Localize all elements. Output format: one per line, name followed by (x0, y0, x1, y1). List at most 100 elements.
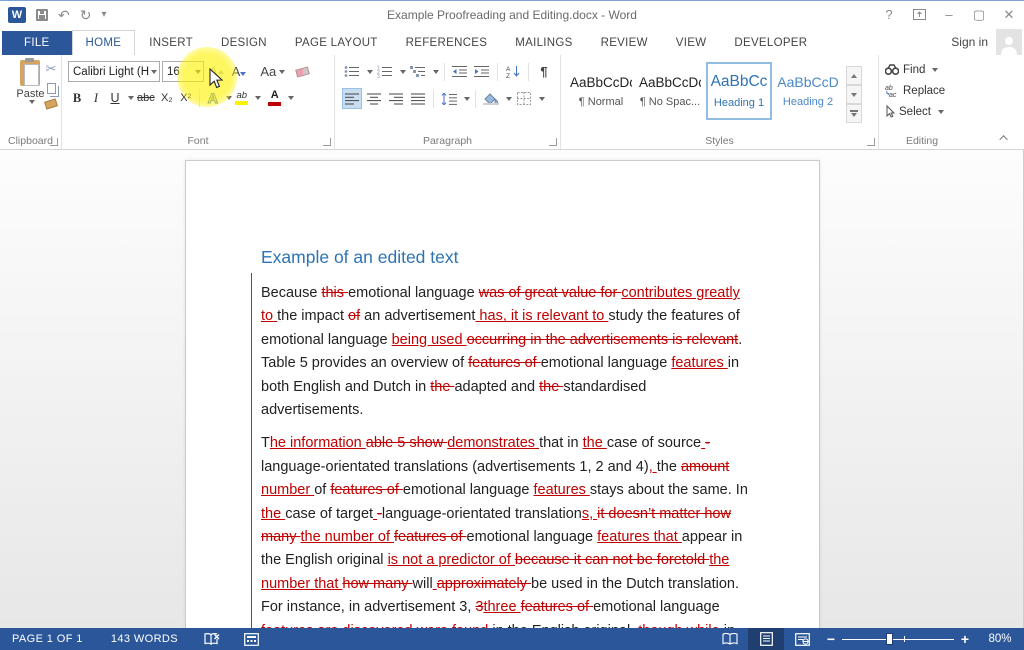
print-layout-button[interactable] (748, 628, 784, 650)
chevron-down-icon[interactable] (506, 97, 512, 101)
borders-button[interactable] (514, 88, 534, 109)
styles-gallery-expand-button[interactable] (846, 104, 862, 123)
show-hide-formatting-button[interactable]: ¶ (534, 61, 554, 82)
replace-button[interactable]: abac Replace (885, 81, 963, 100)
chevron-down-icon[interactable] (128, 96, 134, 100)
tab-file[interactable]: FILE (2, 31, 72, 55)
maximize-icon[interactable]: ▢ (964, 3, 994, 27)
document-heading[interactable]: Example of an edited text (261, 247, 751, 268)
styles-scroll-down-button[interactable] (846, 85, 862, 104)
chevron-down-icon[interactable] (255, 96, 261, 100)
shrink-font-button[interactable]: A (229, 61, 250, 82)
tab-home[interactable]: HOME (72, 30, 136, 55)
paste-button[interactable]: Paste (16, 60, 44, 104)
style-heading-1[interactable]: AaBbCc Heading 1 (706, 62, 772, 120)
styles-scroll-up-button[interactable] (846, 66, 862, 85)
font-color-button[interactable]: A (266, 88, 284, 108)
format-painter-icon[interactable] (44, 98, 58, 109)
save-icon[interactable] (36, 9, 48, 21)
zoom-slider[interactable] (842, 628, 954, 650)
decrease-indent-button[interactable] (450, 61, 470, 82)
tab-review[interactable]: REVIEW (587, 30, 662, 55)
align-right-button[interactable] (386, 88, 406, 109)
avatar[interactable] (996, 29, 1022, 55)
line-spacing-button[interactable] (439, 88, 459, 109)
style-heading-2[interactable]: AaBbCcD Heading 2 (775, 62, 841, 120)
text-effects-button[interactable]: A (204, 88, 222, 108)
change-case-button[interactable]: Aa (257, 61, 288, 82)
chevron-down-icon[interactable] (367, 70, 373, 74)
tab-view[interactable]: VIEW (662, 30, 721, 55)
grow-font-button[interactable]: A (206, 61, 227, 82)
font-name-combo[interactable]: Calibri Light (H (68, 61, 160, 82)
web-layout-button[interactable] (784, 628, 820, 650)
zoom-slider-thumb[interactable] (886, 633, 893, 645)
increase-indent-button[interactable] (472, 61, 492, 82)
bullets-button[interactable] (342, 61, 362, 82)
word-count[interactable]: 143 WORDS (99, 633, 190, 645)
tab-design[interactable]: DESIGN (207, 30, 281, 55)
align-left-button[interactable] (342, 88, 362, 109)
clipboard-dialog-launcher-icon[interactable] (50, 138, 58, 146)
chevron-down-icon[interactable] (226, 96, 232, 100)
italic-button[interactable]: I (87, 88, 105, 108)
font-size-combo[interactable]: 16 (162, 61, 204, 82)
redo-icon[interactable]: ↻ (80, 8, 92, 22)
chevron-down-icon[interactable] (464, 97, 470, 101)
styles-dialog-launcher-icon[interactable] (867, 138, 875, 146)
cut-icon[interactable]: ✂ (46, 61, 57, 77)
style-normal[interactable]: AaBbCcDc ¶ Normal (568, 62, 634, 120)
document-page[interactable]: Example of an edited text Because this e… (185, 160, 820, 628)
document-paragraph-1[interactable]: Because this emotional language was of g… (261, 282, 751, 422)
chevron-down-icon[interactable] (151, 70, 157, 74)
strikethrough-button[interactable]: abc (135, 88, 157, 108)
read-mode-button[interactable] (712, 628, 748, 650)
page-indicator[interactable]: PAGE 1 OF 1 (0, 633, 95, 645)
zoom-in-button[interactable]: + (954, 631, 976, 647)
superscript-button[interactable]: X² (177, 88, 195, 108)
macro-recording-icon[interactable] (234, 633, 269, 646)
numbering-button[interactable]: 123 (375, 61, 395, 82)
sign-in-link[interactable]: Sign in (951, 35, 988, 49)
zoom-slider-track[interactable] (842, 639, 954, 640)
zoom-out-button[interactable]: − (820, 631, 842, 647)
sort-button[interactable]: AZ (503, 61, 523, 82)
close-icon[interactable]: ✕ (994, 3, 1024, 27)
proofing-errors-icon[interactable] (194, 633, 230, 646)
word-logo-icon[interactable]: W (8, 7, 26, 23)
text-highlight-button[interactable]: ab (233, 88, 251, 108)
zoom-percentage[interactable]: 80% (976, 633, 1024, 645)
chevron-down-icon[interactable] (433, 70, 439, 74)
align-center-button[interactable] (364, 88, 384, 109)
style-no-spacing[interactable]: AaBbCcDc ¶ No Spac... (637, 62, 703, 120)
ribbon-display-options-icon[interactable] (904, 3, 934, 27)
collapse-ribbon-button[interactable] (998, 133, 1012, 143)
chevron-down-icon[interactable] (195, 70, 201, 74)
bold-button[interactable]: B (68, 88, 86, 108)
copy-icon[interactable] (47, 83, 56, 94)
multilevel-list-button[interactable] (408, 61, 428, 82)
document-area[interactable]: Example of an edited text Because this e… (0, 150, 1024, 628)
customize-qat-icon[interactable]: ▾ (101, 10, 106, 20)
clear-formatting-button[interactable] (296, 68, 309, 76)
minimize-icon[interactable]: – (934, 3, 964, 27)
paragraph-dialog-launcher-icon[interactable] (549, 138, 557, 146)
underline-button[interactable]: U (106, 88, 124, 108)
subscript-button[interactable]: X₂ (158, 88, 176, 108)
justify-button[interactable] (408, 88, 428, 109)
chevron-down-icon[interactable] (539, 97, 545, 101)
tab-insert[interactable]: INSERT (135, 30, 207, 55)
tab-references[interactable]: REFERENCES (392, 30, 502, 55)
shading-button[interactable] (481, 88, 501, 109)
chevron-down-icon[interactable] (288, 96, 294, 100)
tab-developer[interactable]: DEVELOPER (720, 30, 821, 55)
tab-mailings[interactable]: MAILINGS (501, 30, 586, 55)
help-icon[interactable]: ? (874, 3, 904, 27)
document-paragraph-2[interactable]: The information able 5 show demonstrates… (261, 432, 751, 628)
tab-page-layout[interactable]: PAGE LAYOUT (281, 30, 392, 55)
undo-icon[interactable]: ↶ (58, 8, 70, 22)
select-button[interactable]: Select (885, 102, 963, 121)
find-button[interactable]: Find (885, 60, 963, 79)
chevron-down-icon[interactable] (400, 70, 406, 74)
font-dialog-launcher-icon[interactable] (323, 138, 331, 146)
